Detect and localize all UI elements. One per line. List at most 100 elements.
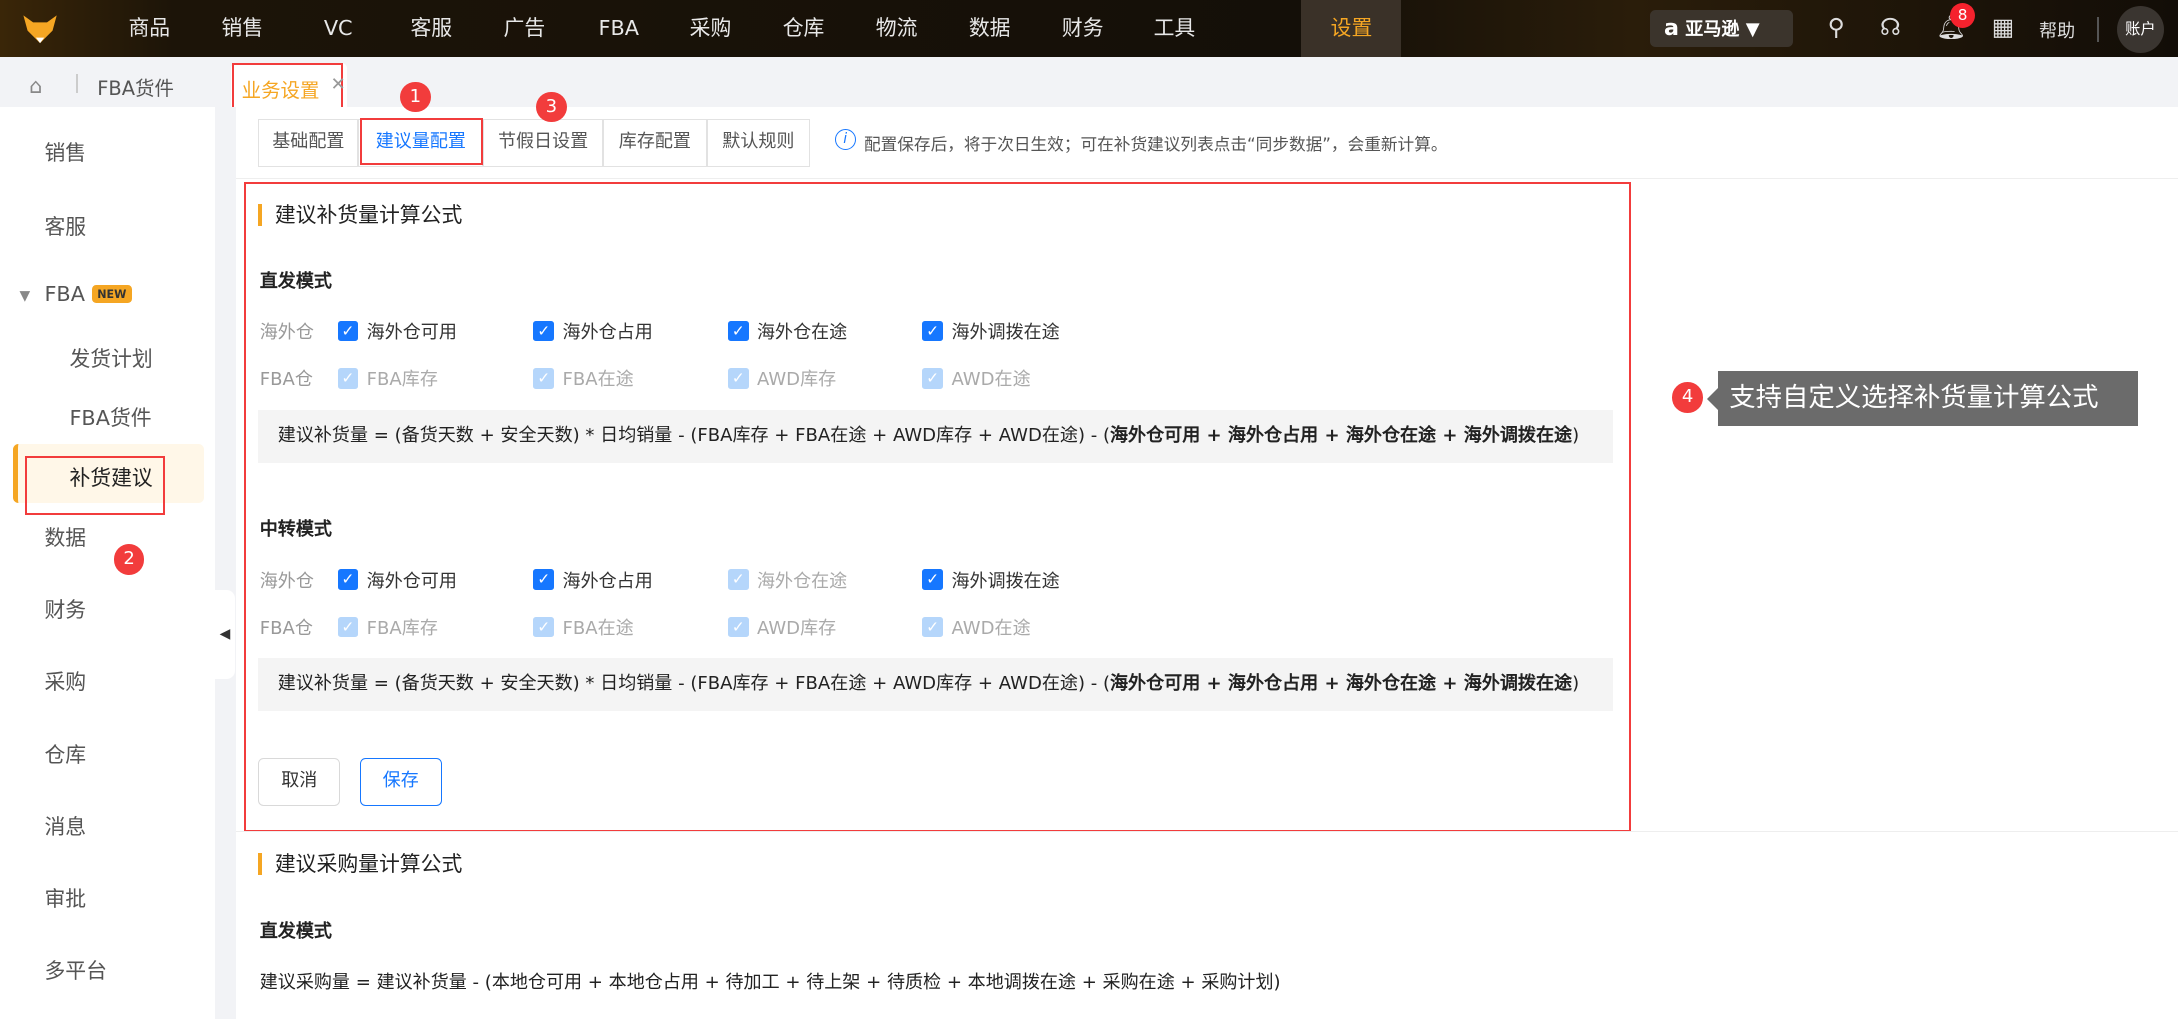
collapse-sidebar-button[interactable]: ◀ (215, 590, 235, 680)
sidebar-item[interactable]: 多平台 (44, 954, 106, 984)
checkbox-label: AWD在途 (951, 369, 1031, 391)
config-tab[interactable]: 默认规则 (707, 119, 810, 167)
section-title: 建议采购量计算公式 (258, 853, 462, 876)
checkbox-option[interactable]: ✓ 海外仓在途 (727, 318, 848, 344)
checkbox-checked-icon: ✓ (533, 569, 555, 591)
checkbox-label: 海外仓可用 (366, 322, 457, 344)
sidebar-item[interactable]: 仓库 (44, 738, 86, 768)
checkbox-checked-icon: ✓ (922, 320, 944, 342)
checkbox-checked-icon: ✓ (533, 616, 555, 638)
checkbox-checked-icon: ✓ (922, 569, 944, 591)
nav-item[interactable]: 采购 (664, 0, 757, 57)
checkbox-option[interactable]: ✓ 海外仓可用 (337, 567, 457, 593)
annotation-marker: 1 (400, 81, 431, 113)
checkbox-checked-icon: ✓ (727, 320, 749, 342)
new-badge: NEW (91, 284, 132, 304)
home-icon[interactable]: ⌂ (29, 74, 42, 98)
cancel-button[interactable]: 取消 (258, 758, 341, 806)
logo-icon[interactable] (22, 14, 58, 45)
nav-item[interactable]: 财务 (1036, 0, 1129, 57)
amazon-icon: a (1664, 14, 1679, 41)
checkbox-label: 海外仓在途 (756, 570, 848, 592)
notification-badge: 8 (1950, 2, 1976, 28)
divider (76, 73, 78, 94)
help-link[interactable]: 帮助 (2039, 17, 2075, 43)
nav-item[interactable]: 仓库 (757, 0, 850, 57)
sidebar-item[interactable]: 采购 (44, 665, 86, 695)
checkbox-option: ✓ FBA在途 (533, 365, 634, 391)
annotation-marker: 3 (536, 91, 567, 123)
sidebar-item-sales[interactable]: 销售 (44, 136, 86, 166)
checkbox-label: AWD库存 (756, 369, 837, 391)
formula-text: 建议补货量 = (备货天数 + 安全天数) * 日均销量 - (FBA库存 + … (277, 673, 1111, 695)
apps-grid-icon[interactable]: ▦ (1989, 13, 2017, 42)
nav-item[interactable]: 客服 (385, 0, 478, 57)
marketplace-select[interactable]: a 亚马逊 ▼ (1650, 9, 1794, 48)
nav-item[interactable]: 广告 (478, 0, 571, 57)
sidebar-item[interactable]: 数据 (44, 521, 86, 551)
caret-down-icon[interactable]: ▼ (19, 288, 30, 304)
nav-item[interactable]: 设置 (1301, 0, 1402, 57)
sidebar-item[interactable]: 审批 (44, 882, 86, 912)
checkbox-option[interactable]: ✓ 海外调拨在途 (922, 318, 1060, 344)
checkbox-option: ✓ AWD在途 (922, 365, 1031, 391)
headset-icon[interactable]: ☊ (1877, 13, 1905, 42)
save-button[interactable]: 保存 (359, 758, 442, 806)
annotation-tooltip: 支持自定义选择补货量计算公式 (1718, 370, 2138, 427)
checkbox-label: 海外仓可用 (366, 570, 457, 592)
nav-item[interactable]: 销售 (196, 0, 289, 57)
nav-item[interactable]: 数据 (943, 0, 1036, 57)
config-tab[interactable]: 库存配置 (602, 119, 707, 167)
sidebar-item-shipping-plan[interactable]: 发货计划 (69, 342, 152, 372)
config-tab[interactable]: 基础配置 (258, 119, 359, 167)
checkbox-option: ✓ FBA在途 (533, 614, 634, 640)
nav-item[interactable]: 商品 (103, 0, 196, 57)
checkbox-option[interactable]: ✓ 海外仓可用 (337, 318, 457, 344)
checkbox-checked-icon: ✓ (337, 367, 359, 389)
replenish-formula: 建议补货量 = (备货天数 + 安全天数) * 日均销量 - (FBA库存 + … (258, 409, 1613, 463)
mode-title: 直发模式 (259, 920, 332, 942)
nav-item[interactable]: 物流 (850, 0, 943, 57)
close-icon[interactable]: ✕ (331, 74, 346, 95)
checkbox-option: ✓ AWD在途 (922, 614, 1031, 640)
sidebar-item[interactable]: 消息 (44, 810, 86, 840)
checkbox-checked-icon: ✓ (727, 569, 749, 591)
checkbox-label: 海外仓在途 (756, 322, 848, 344)
marketplace-label: 亚马逊 (1685, 18, 1740, 40)
checkbox-checked-icon: ✓ (533, 367, 555, 389)
formula-text: ) (1572, 673, 1580, 695)
sidebar-item-service[interactable]: 客服 (44, 210, 86, 240)
sidebar-item[interactable]: 财务 (44, 593, 86, 623)
checkbox-option: ✓ FBA库存 (337, 614, 438, 640)
config-tab[interactable]: 节假日设置 (483, 119, 603, 167)
nav-item[interactable]: 工具 (1128, 0, 1221, 57)
row-label: 海外仓 (259, 322, 314, 344)
nav-item[interactable]: FBA (572, 0, 665, 57)
checkbox-label: 海外仓占用 (562, 570, 653, 592)
checkbox-checked-icon: ✓ (727, 367, 749, 389)
checkbox-option: ✓ 海外仓在途 (727, 567, 848, 593)
account-avatar[interactable]: 账户 (2116, 5, 2165, 53)
checkbox-checked-icon: ✓ (337, 569, 359, 591)
checkbox-option[interactable]: ✓ 海外仓占用 (533, 567, 653, 593)
divider (236, 177, 2178, 180)
nav-item[interactable]: VC (292, 0, 385, 57)
purchase-formula: 建议采购量 = 建议补货量 - (本地仓可用 + 本地仓占用 + 待加工 + 待… (259, 972, 1281, 994)
row-label: FBA仓 (259, 617, 313, 639)
annotation-marker: 4 (1672, 381, 1703, 413)
sidebar-item-fba[interactable]: FBA (44, 282, 85, 306)
search-icon[interactable]: ⚲ (1822, 13, 1850, 42)
checkbox-label: FBA库存 (366, 369, 438, 391)
checkbox-option[interactable]: ✓ 海外调拨在途 (922, 567, 1060, 593)
divider (2097, 16, 2099, 42)
tooltip-arrow (1707, 387, 1719, 410)
checkbox-checked-icon: ✓ (727, 616, 749, 638)
checkbox-checked-icon: ✓ (533, 320, 555, 342)
checkbox-option[interactable]: ✓ 海外仓占用 (533, 318, 653, 344)
replenish-formula: 建议补货量 = (备货天数 + 安全天数) * 日均销量 - (FBA库存 + … (258, 658, 1613, 712)
mode-title: 直发模式 (259, 270, 332, 292)
breadcrumb-fba-shipment[interactable]: FBA货件 (97, 72, 174, 101)
sidebar-item-fba-shipment[interactable]: FBA货件 (69, 401, 151, 431)
info-icon: i (834, 129, 856, 150)
checkbox-label: 海外调拨在途 (951, 570, 1060, 592)
